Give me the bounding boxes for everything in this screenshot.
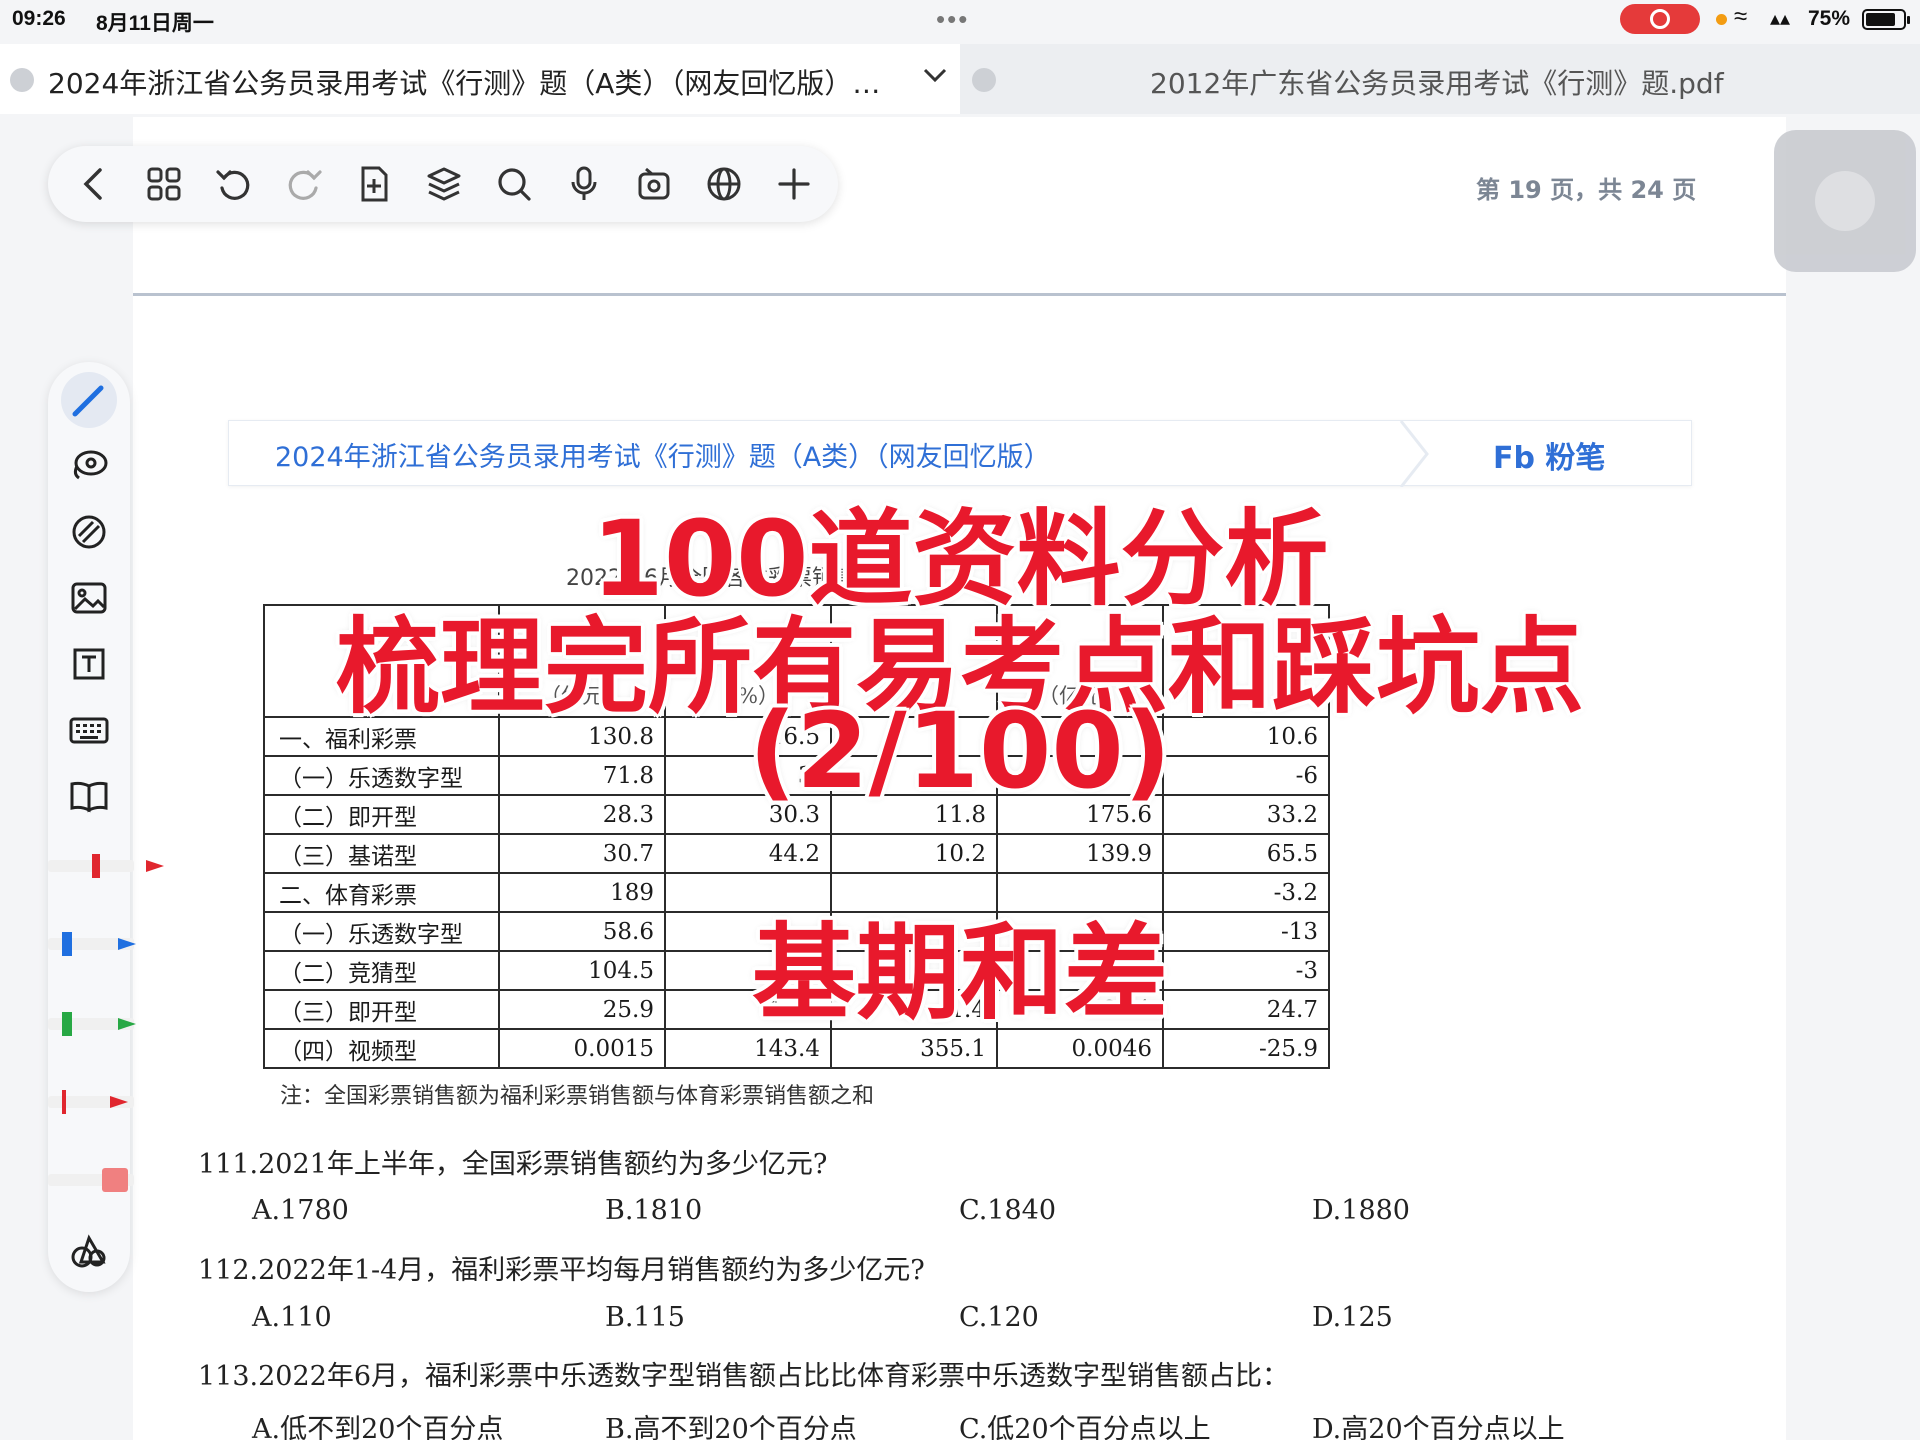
redo-icon[interactable] xyxy=(280,160,328,208)
question-option: C.低20个百分点以上 xyxy=(959,1414,1211,1440)
tab-bar: 2024年浙江省公务员录用考试《行测》题（A类）（网友回忆版）… 2012年广东… xyxy=(0,44,1920,114)
assistive-touch-button[interactable] xyxy=(1774,130,1916,272)
circle-icon xyxy=(1815,171,1875,231)
microphone-icon[interactable] xyxy=(560,160,608,208)
question-option: C.120 xyxy=(959,1302,1039,1333)
question-text: 113.2022年6月，福利彩票中乐透数字型销售额占比比体育彩票中乐透数字型销售… xyxy=(198,1361,1290,1392)
question-option: D.125 xyxy=(1312,1302,1393,1333)
overlay-progress: (2/100) xyxy=(748,690,1172,812)
layers-icon[interactable] xyxy=(420,160,468,208)
overlay-topic: 基期和差 xyxy=(751,912,1168,1034)
chevron-down-icon[interactable] xyxy=(920,60,950,97)
screen-record-indicator[interactable] xyxy=(1620,4,1700,34)
cell: 44.2 xyxy=(664,833,832,874)
question-option: C.1840 xyxy=(959,1195,1056,1226)
tab-inactive-document[interactable]: 2012年广东省公务员录用考试《行测》题.pdf xyxy=(960,44,1920,114)
add-page-icon[interactable] xyxy=(350,160,398,208)
plus-icon[interactable] xyxy=(770,160,818,208)
row-label: （三）基诺型 xyxy=(263,833,500,874)
question-option: D.高20个百分点以上 xyxy=(1312,1414,1565,1440)
tab-close-icon[interactable] xyxy=(972,68,996,92)
battery-percent: 75% xyxy=(1808,7,1851,30)
mic-in-use-dot xyxy=(1716,14,1727,25)
table-row: （三）基诺型 30.7 44.2 10.2 139.9 65.5 xyxy=(263,833,1330,874)
question-text: 112.2022年1-4月，福利彩票平均每月销售额约为多少亿元? xyxy=(198,1255,925,1286)
question-option: D.1880 xyxy=(1312,1195,1410,1226)
back-icon[interactable] xyxy=(70,160,118,208)
question-option: B.1810 xyxy=(605,1195,703,1226)
cell: 139.9 xyxy=(996,833,1164,874)
record-icon[interactable] xyxy=(630,160,678,208)
record-icon xyxy=(1650,9,1670,29)
search-icon[interactable] xyxy=(490,160,538,208)
tab-label: 2012年广东省公务员录用考试《行测》题.pdf xyxy=(1150,67,1724,100)
multitask-dots[interactable]: ••• xyxy=(936,4,969,35)
globe-icon[interactable] xyxy=(700,160,748,208)
question-option: B.115 xyxy=(605,1302,685,1333)
status-date: 8月11日周一 xyxy=(96,12,214,35)
cell: 10.2 xyxy=(830,833,998,874)
tab-label: 2024年浙江省公务员录用考试《行测》题（A类）（网友回忆版）… xyxy=(48,67,881,100)
cell: 30.7 xyxy=(498,833,666,874)
page-divider xyxy=(133,293,1786,296)
grid-icon[interactable] xyxy=(140,160,188,208)
tab-close-icon[interactable] xyxy=(10,68,34,92)
status-time: 09:26 xyxy=(12,7,66,30)
page-indicator: 第 19 页，共 24 页 xyxy=(1476,176,1697,204)
document-title: 2024年浙江省公务员录用考试《行测》题（A类）（网友回忆版） xyxy=(275,442,1051,473)
tab-active-document[interactable]: 2024年浙江省公务员录用考试《行测》题（A类）（网友回忆版）… xyxy=(0,44,960,114)
status-bar: 09:26 8月11日周一 ••• ≈ ▴▴ 75% xyxy=(0,0,1920,38)
table-note: 注：全国彩票销售额为福利彩票销售额与体育彩票销售额之和 xyxy=(280,1084,875,1109)
question-option: A.1780 xyxy=(252,1195,349,1226)
brand-logo: Fb 粉笔 xyxy=(1493,441,1606,476)
pen-icon[interactable] xyxy=(61,372,117,428)
signal-icon: ▴▴ xyxy=(1770,8,1791,30)
question-option: A.110 xyxy=(252,1302,332,1333)
battery-level xyxy=(1866,13,1895,26)
shapes-icon[interactable] xyxy=(61,1224,117,1280)
wifi-icon: ≈ xyxy=(1734,3,1748,30)
undo-icon[interactable] xyxy=(210,160,258,208)
cell: 65.5 xyxy=(1162,833,1330,874)
question-text: 111.2021年上半年，全国彩票销售额约为多少亿元? xyxy=(198,1149,828,1180)
question-option: B.高不到20个百分点 xyxy=(605,1414,857,1440)
top-toolbar xyxy=(48,146,838,222)
question-option: A.低不到20个百分点 xyxy=(252,1414,504,1440)
battery-icon xyxy=(1862,9,1910,30)
